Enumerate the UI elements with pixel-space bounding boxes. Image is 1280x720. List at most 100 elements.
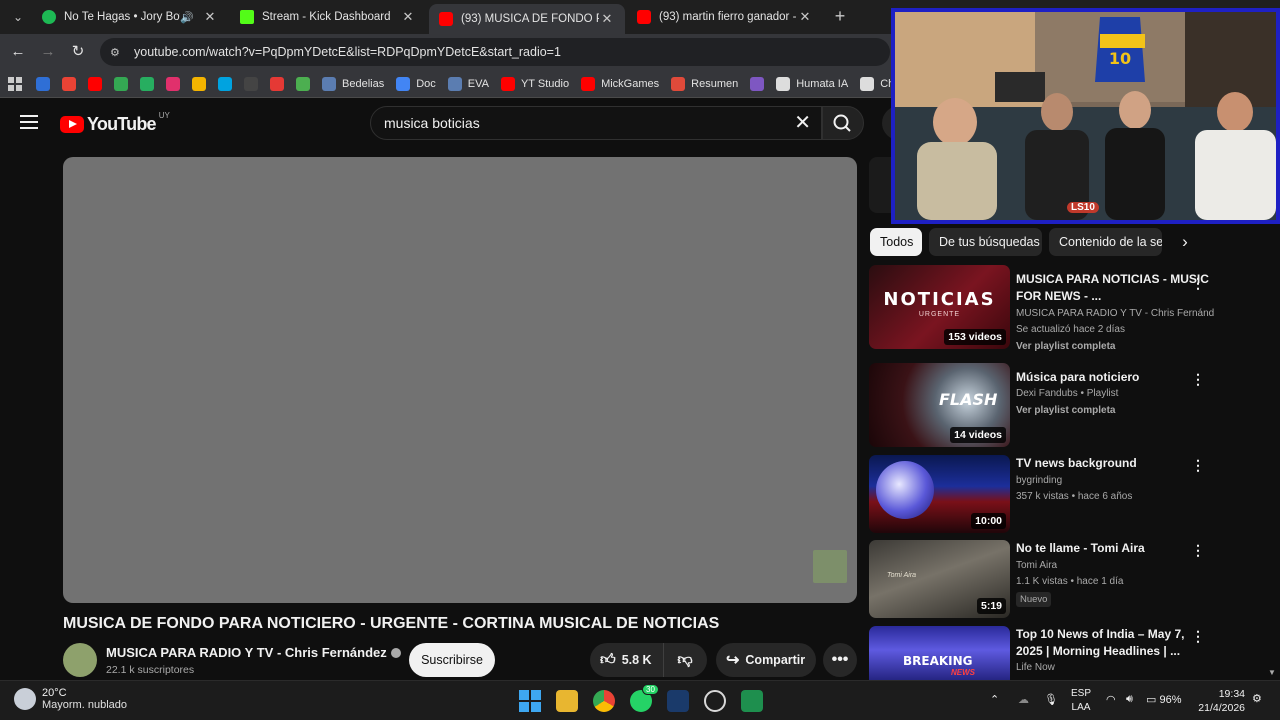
speaker-icon[interactable]: 🔊	[180, 11, 194, 24]
spreadsheet-app-icon[interactable]	[741, 690, 763, 712]
video-thumbnail[interactable]: 10:00	[869, 455, 1010, 533]
language-indicator[interactable]: ESP LAA	[1068, 687, 1094, 715]
search-input[interactable]: musica boticias ✕	[370, 106, 822, 140]
view-playlist-link[interactable]: Ver playlist completa	[1016, 341, 1116, 352]
bookmark-item[interactable]: EVA	[444, 76, 489, 91]
volume-icon[interactable]: 🔊︎	[1126, 693, 1133, 706]
recommendation-item[interactable]: Tomi Aira 5:19 No te llame - Tomi Aira T…	[869, 540, 1229, 620]
forward-icon[interactable]: →	[38, 42, 58, 62]
bookmark-item[interactable]: Humata IA	[772, 76, 848, 91]
whatsapp-icon[interactable]: 30	[630, 684, 659, 712]
tab-kick[interactable]: Stream - Kick Dashboard ✕	[230, 4, 426, 30]
system-clock[interactable]: 19:34 21/4/2026	[1195, 687, 1245, 715]
view-playlist-link[interactable]: Ver playlist completa	[1016, 405, 1116, 416]
more-vert-icon[interactable]: ⋮	[1191, 542, 1205, 559]
chevron-up-icon[interactable]: ⌃	[990, 693, 999, 706]
video-thumbnail[interactable]: Tomi Aira 5:19	[869, 540, 1010, 618]
video-thumbnail[interactable]: BREAKING NEWS	[869, 626, 1010, 680]
chevron-right-icon[interactable]: ›	[1176, 233, 1194, 251]
clear-search-icon[interactable]: ✕	[794, 113, 811, 133]
apps-grid-icon[interactable]	[8, 76, 22, 91]
recommendation-title[interactable]: Música para noticiero	[1016, 369, 1210, 386]
recommendation-title[interactable]: No te llame - Tomi Aira	[1016, 540, 1210, 557]
file-explorer-icon[interactable]	[556, 690, 578, 712]
search-button[interactable]	[822, 106, 864, 140]
bookmark-item[interactable]	[746, 76, 770, 91]
subscribe-button[interactable]: Suscribirse	[409, 643, 495, 677]
chip-todos[interactable]: Todos	[870, 228, 922, 256]
tab-search-button[interactable]: ⌄	[8, 7, 28, 27]
new-tab-button[interactable]: +	[830, 6, 850, 26]
bookmark-item[interactable]: YT Studio	[497, 76, 569, 91]
more-vert-icon[interactable]: ⋮	[1191, 371, 1205, 388]
lrc-app-icon[interactable]	[667, 690, 689, 712]
recommendation-title[interactable]: Top 10 News of India – May 7, 2025 | Mor…	[1016, 626, 1210, 660]
close-icon[interactable]: ✕	[400, 9, 416, 25]
bookmark-item[interactable]	[188, 76, 212, 91]
more-vert-icon[interactable]: ⋮	[1191, 628, 1205, 645]
bookmark-item[interactable]	[32, 76, 56, 91]
cloud-icon[interactable]: ☁	[1018, 693, 1029, 706]
bookmark-item[interactable]	[240, 76, 264, 91]
youtube-logo[interactable]: YouTube UY	[60, 111, 170, 135]
site-info-icon[interactable]: ⚙	[110, 46, 124, 59]
recommendation-title[interactable]: TV news background	[1016, 455, 1210, 472]
bookmark-item[interactable]	[136, 76, 160, 91]
close-icon[interactable]: ✕	[599, 11, 615, 27]
recommendation-item[interactable]: 10:00 TV news background bygrinding 357 …	[869, 455, 1229, 535]
recommendation-title[interactable]: MUSICA PARA NOTICIAS - MUSIC FOR NEWS - …	[1016, 271, 1210, 305]
recommendation-item[interactable]: NOTICIAS URGENTE 153 videos MUSICA PARA …	[869, 265, 1229, 352]
bookmark-item[interactable]	[266, 76, 290, 91]
tab-youtube-active[interactable]: (93) MUSICA DE FONDO PARA ✕	[429, 4, 625, 34]
channel-avatar[interactable]	[63, 643, 97, 677]
chip-contenido-de-la-serie[interactable]: Contenido de la ser	[1049, 228, 1162, 256]
obs-icon[interactable]	[704, 690, 726, 712]
recommendation-channel[interactable]: Tomi Aira	[1016, 560, 1057, 571]
recommendation-channel[interactable]: Life Now	[1016, 662, 1055, 673]
webcam-scene: 10	[895, 12, 1276, 220]
video-thumbnail[interactable]: NOTICIAS URGENTE 153 videos	[869, 265, 1010, 349]
weather-widget[interactable]: 20°C Mayorm. nublado	[14, 687, 127, 711]
chip-de-tus-busquedas[interactable]: De tus búsquedas	[929, 228, 1042, 256]
bookmark-item[interactable]	[162, 76, 186, 91]
wifi-icon[interactable]: ◠	[1106, 693, 1116, 706]
battery-indicator[interactable]: ▭ 96%	[1146, 693, 1181, 706]
chrome-icon[interactable]	[593, 690, 615, 712]
scroll-down-arrow[interactable]: ▼	[1268, 668, 1276, 677]
like-button[interactable]: 👍︎ 5.8 K	[590, 643, 664, 677]
close-icon[interactable]: ✕	[202, 9, 218, 25]
recommendation-channel[interactable]: MUSICA PARA RADIO Y TV - Chris Fernánd	[1016, 308, 1214, 319]
recommendation-channel[interactable]: Dexi Fandubs • Playlist	[1016, 388, 1118, 399]
notifications-icon[interactable]: ⚙	[1252, 692, 1262, 705]
recommendation-channel[interactable]: bygrinding	[1016, 475, 1062, 486]
dislike-button[interactable]: 👎︎	[664, 651, 706, 669]
recommendation-item[interactable]: FLASH 14 videos Música para noticiero De…	[869, 363, 1229, 447]
bookmark-item[interactable]	[214, 76, 238, 91]
bookmark-item[interactable]	[110, 76, 134, 91]
bookmark-item[interactable]	[84, 76, 108, 91]
bookmark-item[interactable]: Resumen	[667, 76, 738, 91]
bookmark-item[interactable]	[58, 76, 82, 91]
reload-icon[interactable]: ↻	[68, 42, 88, 62]
recommendation-item[interactable]: BREAKING NEWS Top 10 News of India – May…	[869, 626, 1229, 680]
bookmark-item[interactable]: MickGames	[577, 76, 659, 91]
tab-spotify[interactable]: No Te Hagas • Jory Boy, Bad 🔊 ✕	[32, 4, 228, 30]
bookmark-item[interactable]	[292, 76, 316, 91]
share-button[interactable]: ↪ Compartir	[716, 643, 816, 677]
microphone-icon[interactable]: 🎙︎	[1044, 693, 1058, 706]
close-icon[interactable]: ✕	[797, 9, 813, 25]
more-vert-icon[interactable]: ⋮	[1191, 275, 1205, 292]
video-thumbnail[interactable]: FLASH 14 videos	[869, 363, 1010, 447]
menu-icon[interactable]	[20, 115, 38, 129]
channel-watermark[interactable]	[813, 550, 847, 583]
more-vert-icon[interactable]: ⋮	[1191, 457, 1205, 474]
video-player[interactable]	[63, 157, 857, 603]
windows-start-icon[interactable]	[519, 690, 541, 712]
more-actions-button[interactable]: •••	[823, 643, 857, 677]
channel-name[interactable]: MUSICA PARA RADIO Y TV - Chris Fernández	[106, 645, 401, 660]
tab-youtube[interactable]: (93) martin fierro ganador - You ✕	[627, 4, 823, 30]
bookmark-item[interactable]: Doc	[392, 76, 436, 91]
address-bar[interactable]: ⚙ youtube.com/watch?v=PqDpmYDetcE&list=R…	[100, 38, 890, 66]
back-icon[interactable]: ←	[8, 42, 28, 62]
bookmark-item[interactable]: Bedelias	[318, 76, 384, 91]
